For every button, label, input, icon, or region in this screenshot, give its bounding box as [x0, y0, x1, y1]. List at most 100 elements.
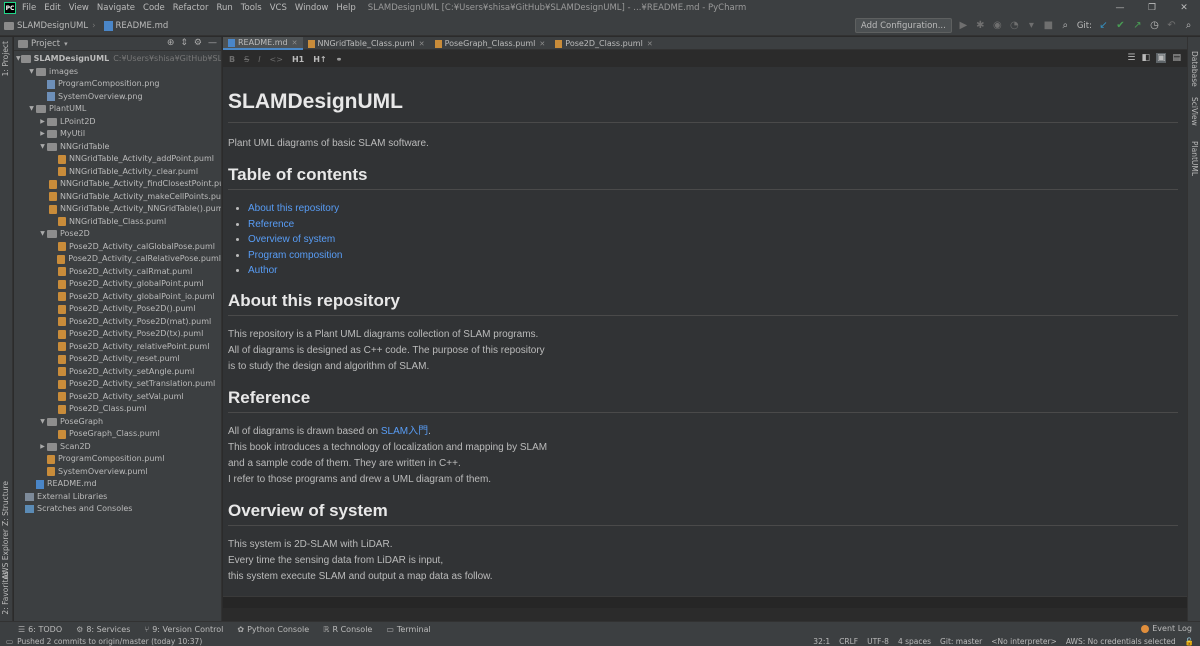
- python-console-tool-button[interactable]: ✿ Python Console: [237, 625, 309, 634]
- tree-file[interactable]: NNGridTable_Class.puml: [14, 216, 221, 229]
- expand-arrow-icon[interactable]: ▼: [38, 141, 47, 154]
- status-toggle-icon[interactable]: ▭: [6, 637, 13, 646]
- scroll-sync-icon[interactable]: ▤: [1172, 53, 1181, 63]
- tree-root[interactable]: ▼ SLAMDesignUML C:¥Users¥shisa¥GitHub¥SL…: [14, 53, 221, 66]
- tree-file[interactable]: Pose2D_Activity_setTranslation.puml: [14, 378, 221, 391]
- menu-vcs[interactable]: VCS: [270, 3, 287, 13]
- event-log-button[interactable]: Event Log: [1141, 624, 1192, 633]
- header-level-up-button[interactable]: H1: [292, 55, 304, 64]
- tree-file[interactable]: PoseGraph_Class.puml: [14, 428, 221, 441]
- tree-file[interactable]: External Libraries: [14, 491, 221, 504]
- menu-refactor[interactable]: Refactor: [173, 3, 209, 13]
- menu-window[interactable]: Window: [295, 3, 329, 13]
- plantuml-tool-button[interactable]: PlantUML: [1190, 141, 1199, 176]
- tree-file[interactable]: Pose2D_Activity_Pose2D().puml: [14, 303, 221, 316]
- close-icon[interactable]: ✕: [1168, 0, 1200, 16]
- rollback-icon[interactable]: ↶: [1166, 20, 1177, 31]
- tree-file[interactable]: Pose2D_Class.puml: [14, 403, 221, 416]
- breadcrumb-file[interactable]: README.md: [103, 20, 168, 31]
- menu-edit[interactable]: Edit: [44, 3, 60, 13]
- close-icon[interactable]: ✕: [292, 39, 298, 47]
- tree-file[interactable]: Pose2D_Activity_relativePoint.puml: [14, 341, 221, 354]
- minimize-icon[interactable]: —: [1104, 0, 1136, 16]
- tree-folder[interactable]: ▼ NNGridTable: [14, 141, 221, 154]
- tree-folder[interactable]: ▼ Pose2D: [14, 228, 221, 241]
- restore-icon[interactable]: ❐: [1136, 0, 1168, 16]
- expand-arrow-icon[interactable]: ▼: [38, 416, 47, 429]
- menu-view[interactable]: View: [69, 3, 89, 13]
- menu-file[interactable]: File: [22, 3, 36, 13]
- locate-icon[interactable]: ⊕: [167, 38, 175, 48]
- run-dropdown-icon[interactable]: ▾: [1026, 20, 1037, 31]
- tree-file[interactable]: Pose2D_Activity_globalPoint.puml: [14, 278, 221, 291]
- todo-tool-button[interactable]: ☰ 6: TODO: [18, 625, 62, 634]
- tree-file[interactable]: README.md: [14, 478, 221, 491]
- aws-credentials[interactable]: AWS: No credentials selected: [1066, 637, 1176, 646]
- tree-folder[interactable]: ▼ images: [14, 66, 221, 79]
- menu-code[interactable]: Code: [143, 3, 165, 13]
- bold-icon[interactable]: B: [229, 55, 235, 64]
- lock-icon[interactable]: 🔓: [1185, 637, 1194, 646]
- structure-tool-button[interactable]: Z: Structure: [1, 481, 10, 526]
- tree-file[interactable]: Pose2D_Activity_reset.puml: [14, 353, 221, 366]
- toc-link-about[interactable]: About this repository: [248, 203, 339, 214]
- tree-file[interactable]: Pose2D_Activity_calGlobalPose.puml: [14, 241, 221, 254]
- version-control-tool-button[interactable]: ⑂ 9: Version Control: [144, 625, 223, 634]
- menu-navigate[interactable]: Navigate: [97, 3, 135, 13]
- git-push-icon[interactable]: ↗: [1132, 20, 1143, 31]
- file-encoding[interactable]: UTF-8: [867, 637, 889, 646]
- expand-arrow-icon[interactable]: ▼: [27, 66, 36, 79]
- tree-file[interactable]: SystemOverview.png: [14, 91, 221, 104]
- expand-arrow-icon[interactable]: ▼: [38, 228, 47, 241]
- breadcrumb-project[interactable]: SLAMDesignUML: [4, 21, 88, 31]
- collapsed-arrow-icon[interactable]: ▶: [38, 441, 47, 454]
- git-commit-icon[interactable]: ✔: [1115, 20, 1126, 31]
- status-message[interactable]: ▭ Pushed 2 commits to origin/master (tod…: [6, 637, 202, 646]
- indent-setting[interactable]: 4 spaces: [898, 637, 931, 646]
- tree-file[interactable]: NNGridTable_Activity_addPoint.puml: [14, 153, 221, 166]
- close-icon[interactable]: ✕: [539, 40, 545, 48]
- database-tool-button[interactable]: Database: [1190, 51, 1199, 87]
- editor-only-icon[interactable]: ☰: [1127, 53, 1135, 63]
- toc-link-reference[interactable]: Reference: [248, 219, 294, 230]
- gear-icon[interactable]: ⚙: [194, 38, 202, 48]
- editor-and-preview-icon[interactable]: ◧: [1141, 53, 1150, 63]
- tree-file[interactable]: Scratches and Consoles: [14, 503, 221, 516]
- tree-file[interactable]: ProgramComposition.png: [14, 78, 221, 91]
- italic-icon[interactable]: I: [258, 55, 260, 64]
- menu-help[interactable]: Help: [336, 3, 355, 13]
- strikethrough-icon[interactable]: S: [244, 55, 249, 64]
- tree-file[interactable]: Pose2D_Activity_setAngle.puml: [14, 366, 221, 379]
- expand-arrow-icon[interactable]: ▼: [27, 103, 36, 116]
- tree-folder[interactable]: ▶ MyUtil: [14, 128, 221, 141]
- tab-nngridtable-class[interactable]: NNGridTable_Class.puml ✕: [303, 37, 430, 50]
- search-everywhere-icon[interactable]: ⌕: [1060, 20, 1071, 31]
- stop-icon[interactable]: ■: [1043, 20, 1054, 31]
- tree-file[interactable]: ProgramComposition.puml: [14, 453, 221, 466]
- close-icon[interactable]: ✕: [647, 40, 653, 48]
- toc-link-program-composition[interactable]: Program composition: [248, 250, 342, 261]
- tree-folder[interactable]: ▶ Scan2D: [14, 441, 221, 454]
- collapse-all-icon[interactable]: ⇕: [180, 38, 188, 48]
- header-level-down-button[interactable]: H↑: [313, 55, 326, 64]
- tree-file[interactable]: NNGridTable_Activity_NNGridTable().puml: [14, 203, 221, 216]
- tree-file[interactable]: Pose2D_Activity_Pose2D(tx).puml: [14, 328, 221, 341]
- toc-link-overview[interactable]: Overview of system: [248, 234, 335, 245]
- history-icon[interactable]: ◷: [1149, 20, 1160, 31]
- search-icon[interactable]: ⌕: [1183, 20, 1194, 31]
- git-update-icon[interactable]: ↙: [1098, 20, 1109, 31]
- profile-icon[interactable]: ◔: [1009, 20, 1020, 31]
- interpreter[interactable]: <No interpreter>: [991, 637, 1057, 646]
- add-configuration-button[interactable]: Add Configuration...: [854, 18, 952, 33]
- menu-tools[interactable]: Tools: [241, 3, 262, 13]
- tab-posegraph-class[interactable]: PoseGraph_Class.puml ✕: [430, 37, 551, 50]
- code-icon[interactable]: <>: [270, 55, 283, 64]
- tree-file[interactable]: Pose2D_Activity_calRelativePose.puml: [14, 253, 221, 266]
- r-console-tool-button[interactable]: ℝR Console: [323, 625, 372, 634]
- tree-folder[interactable]: ▼ PoseGraph: [14, 416, 221, 429]
- debug-icon[interactable]: ✱: [975, 20, 986, 31]
- tree-folder[interactable]: ▶ LPoint2D: [14, 116, 221, 129]
- tab-pose2d-class[interactable]: Pose2D_Class.puml ✕: [550, 37, 657, 50]
- hide-icon[interactable]: —: [208, 38, 217, 48]
- expand-arrow-icon[interactable]: ▼: [16, 53, 21, 66]
